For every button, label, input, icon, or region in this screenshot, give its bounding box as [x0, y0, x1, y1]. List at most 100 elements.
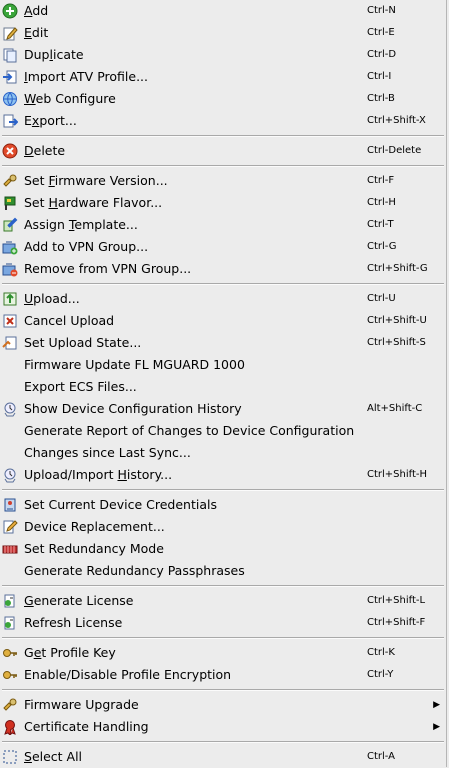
- menu-item-web-configure[interactable]: Web Configure Ctrl-B: [0, 88, 446, 110]
- menu-item-shortcut: Ctrl+Shift-X: [367, 115, 426, 126]
- menu-separator: [0, 582, 446, 590]
- menu-item-label: Changes since Last Sync...: [24, 445, 191, 460]
- menu-item-shortcut: Ctrl-T: [367, 219, 394, 230]
- cancel-upload-icon: [3, 314, 17, 328]
- menu-item-set-hardware-flavor[interactable]: Set Hardware Flavor... Ctrl-H: [0, 192, 446, 214]
- menu-item-set-firmware-version[interactable]: Set Firmware Version... Ctrl-F: [0, 170, 446, 192]
- menu-item-label: Upload...: [24, 291, 80, 306]
- key-icon: [3, 649, 17, 657]
- hardware-icon: [4, 196, 16, 210]
- menu-item-refresh-license[interactable]: Refresh License Ctrl+Shift-F: [0, 612, 446, 634]
- menu-item-shortcut: Ctrl-F: [367, 175, 395, 186]
- menu-item-duplicate[interactable]: Duplicate Ctrl-D: [0, 44, 446, 66]
- menu-item-device-replacement[interactable]: Device Replacement...: [0, 516, 446, 538]
- duplicate-icon: [3, 48, 17, 63]
- menu-item-shortcut: Ctrl-Y: [367, 669, 394, 680]
- template-icon: [3, 217, 18, 232]
- menu-item-label: Export ECS Files...: [24, 379, 137, 394]
- menu-item-label: Export...: [24, 113, 77, 128]
- export-icon: [3, 114, 18, 128]
- certificate-icon: [4, 720, 16, 735]
- menu-item-add-to-vpn-group[interactable]: Add to VPN Group... Ctrl-G: [0, 236, 446, 258]
- menu-item-certificate-handling[interactable]: Certificate Handling ▶: [0, 716, 446, 738]
- edit-icon: [3, 27, 18, 41]
- menu-item-remove-from-vpn-group[interactable]: Remove from VPN Group... Ctrl+Shift-G: [0, 258, 446, 280]
- menu-item-label: Generate Report of Changes to Device Con…: [24, 423, 355, 438]
- menu-item-label: Certificate Handling: [24, 719, 149, 734]
- menu-item-label: Set Current Device Credentials: [24, 497, 217, 512]
- redundancy-icon: [2, 545, 18, 554]
- menu-item-shortcut: Ctrl+Shift-H: [367, 469, 428, 480]
- vpn-remove-icon: [2, 263, 18, 277]
- menu-item-add[interactable]: Add Ctrl-N: [0, 0, 446, 22]
- menu-item-label: Firmware Update FL MGUARD 1000: [24, 357, 245, 372]
- key-icon: [3, 671, 17, 679]
- replacement-icon: [3, 520, 18, 534]
- menu-item-generate-redundancy-passphrases[interactable]: Generate Redundancy Passphrases: [0, 560, 446, 582]
- menu-item-shortcut: Ctrl-E: [367, 27, 395, 38]
- menu-item-set-current-device-credentials[interactable]: Set Current Device Credentials: [0, 494, 446, 516]
- select-all-icon: [3, 750, 17, 764]
- menu-item-set-redundancy-mode[interactable]: Set Redundancy Mode: [0, 538, 446, 560]
- menu-item-shortcut: Ctrl-A: [367, 751, 396, 762]
- menu-item-label: Edit: [24, 25, 49, 40]
- menu-item-label: Firmware Upgrade: [24, 697, 139, 712]
- menu-item-label: Set Redundancy Mode: [24, 541, 164, 556]
- menu-item-export-ecs-files[interactable]: Export ECS Files...: [0, 376, 446, 398]
- menu-item-shortcut: Ctrl+Shift-S: [367, 337, 426, 348]
- menu-separator: [0, 634, 446, 642]
- menu-item-shortcut: Ctrl-H: [367, 197, 396, 208]
- menu-item-shortcut: Ctrl-U: [367, 293, 396, 304]
- submenu-arrow-icon: ▶: [433, 722, 440, 732]
- history-icon: [4, 402, 16, 417]
- menu-item-label: Add: [24, 3, 49, 18]
- credentials-icon: [4, 498, 16, 512]
- menu-item-label: Remove from VPN Group...: [24, 261, 192, 276]
- menu-item-label: Enable/Disable Profile Encryption: [24, 667, 232, 682]
- menu-item-cancel-upload[interactable]: Cancel Upload Ctrl+Shift-U: [0, 310, 446, 332]
- menu-item-edit[interactable]: Edit Ctrl-E: [0, 22, 446, 44]
- delete-icon: [2, 143, 18, 159]
- firmware-icon: [3, 698, 17, 711]
- menu-item-firmware-update-fl-mguard-1000[interactable]: Firmware Update FL MGUARD 1000: [0, 354, 446, 376]
- menu-item-assign-template[interactable]: Assign Template... Ctrl-T: [0, 214, 446, 236]
- menu-item-upload-import-history[interactable]: Upload/Import History... Ctrl+Shift-H: [0, 464, 446, 486]
- menu-item-shortcut: Ctrl+Shift-G: [367, 263, 428, 274]
- menu-item-shortcut: Ctrl-Delete: [367, 145, 422, 156]
- menu-item-enable-disable-profile-encryption[interactable]: Enable/Disable Profile Encryption Ctrl-Y: [0, 664, 446, 686]
- menu-item-get-profile-key[interactable]: Get Profile Key Ctrl-K: [0, 642, 446, 664]
- menu-item-label: Select All: [24, 749, 83, 764]
- globe-icon: [3, 92, 17, 106]
- menu-item-label: Set Upload State...: [24, 335, 142, 350]
- menu-item-changes-since-last-sync[interactable]: Changes since Last Sync...: [0, 442, 446, 464]
- license-icon: [4, 594, 15, 608]
- menu-item-generate-license[interactable]: Generate License Ctrl+Shift-L: [0, 590, 446, 612]
- menu-item-label: Generate License: [24, 593, 134, 608]
- upload-state-icon: [2, 336, 17, 350]
- menu-item-export[interactable]: Export... Ctrl+Shift-X: [0, 110, 446, 132]
- history-icon: [4, 468, 16, 483]
- menu-item-label: Generate Redundancy Passphrases: [24, 563, 245, 578]
- menu-item-set-upload-state[interactable]: Set Upload State... Ctrl+Shift-S: [0, 332, 446, 354]
- menu-item-show-device-configuration-history[interactable]: Show Device Configuration History Alt+Shi…: [0, 398, 446, 420]
- menu-item-label: Import ATV Profile...: [24, 69, 148, 84]
- menu-separator: [0, 686, 446, 694]
- menu-item-delete[interactable]: Delete Ctrl-Delete: [0, 140, 446, 162]
- menu-item-label: Set Hardware Flavor...: [24, 195, 163, 210]
- menu-item-shortcut: Alt+Shift-C: [367, 403, 423, 414]
- menu-item-label: Refresh License: [24, 615, 123, 630]
- menu-item-generate-report-of-changes[interactable]: Generate Report of Changes to Device Con…: [0, 420, 446, 442]
- menu-item-import-atv-profile[interactable]: Import ATV Profile... Ctrl-I: [0, 66, 446, 88]
- menu-item-select-all[interactable]: Select All Ctrl-A: [0, 746, 446, 768]
- upload-icon: [3, 292, 17, 306]
- menu-item-label: Add to VPN Group...: [24, 239, 149, 254]
- menu-item-upload[interactable]: Upload... Ctrl-U: [0, 288, 446, 310]
- menu-item-label: Cancel Upload: [24, 313, 115, 328]
- menu-item-label: Device Replacement...: [24, 519, 165, 534]
- menu-item-firmware-upgrade[interactable]: Firmware Upgrade ▶: [0, 694, 446, 716]
- menu-item-shortcut: Ctrl-I: [367, 71, 392, 82]
- submenu-arrow-icon: ▶: [433, 700, 440, 710]
- menu-item-label: Delete: [24, 143, 66, 158]
- menu-item-shortcut: Ctrl-B: [367, 93, 395, 104]
- menu-item-label: Set Firmware Version...: [24, 173, 168, 188]
